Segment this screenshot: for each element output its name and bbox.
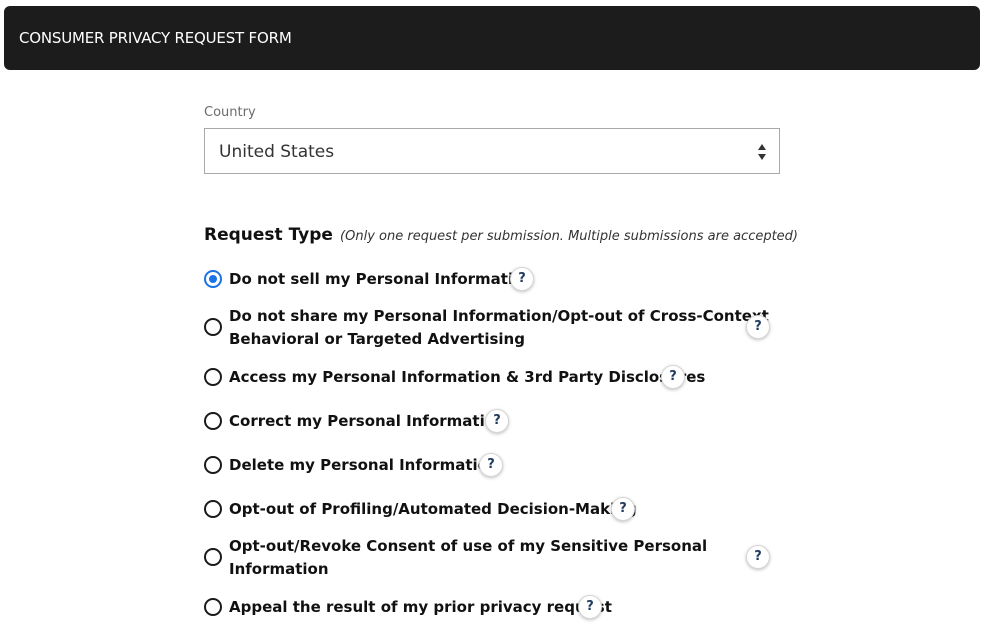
- radio-unselected-icon[interactable]: [204, 368, 222, 386]
- help-icon[interactable]: ?: [510, 267, 534, 291]
- form-header: CONSUMER PRIVACY REQUEST FORM: [4, 6, 980, 70]
- request-type-heading: Request Type (Only one request per submi…: [204, 225, 798, 245]
- option-label: Do not sell my Personal Information: [229, 270, 535, 288]
- help-icon[interactable]: ?: [479, 453, 503, 477]
- option-label-line2: Information: [229, 560, 329, 578]
- radio-unselected-icon[interactable]: [204, 548, 222, 566]
- help-icon[interactable]: ?: [485, 409, 509, 433]
- option-do-not-share[interactable]: Do not share my Personal Information/Opt…: [204, 305, 784, 351]
- help-icon[interactable]: ?: [578, 595, 602, 619]
- help-icon[interactable]: ?: [611, 497, 635, 521]
- country-selected-value: United States: [219, 142, 335, 162]
- option-opt-out-profiling[interactable]: Opt-out of Profiling/Automated Decision-…: [204, 497, 784, 522]
- help-icon[interactable]: ?: [661, 365, 685, 389]
- option-access[interactable]: Access my Personal Information & 3rd Par…: [204, 365, 784, 390]
- radio-unselected-icon[interactable]: [204, 318, 222, 336]
- option-correct[interactable]: Correct my Personal Information ?: [204, 409, 784, 434]
- request-type-title: Request Type: [204, 225, 333, 245]
- option-label: Delete my Personal Information: [229, 456, 499, 474]
- option-label-line1: Opt-out/Revoke Consent of use of my Sens…: [229, 537, 708, 555]
- option-appeal[interactable]: Appeal the result of my prior privacy re…: [204, 595, 784, 620]
- request-type-note: (Only one request per submission. Multip…: [340, 229, 799, 244]
- country-select[interactable]: United States: [204, 128, 780, 174]
- radio-unselected-icon[interactable]: [204, 598, 222, 616]
- form-title: CONSUMER PRIVACY REQUEST FORM: [19, 29, 292, 47]
- option-delete[interactable]: Delete my Personal Information ?: [204, 453, 784, 478]
- select-arrows-icon: [758, 144, 766, 160]
- option-revoke-consent[interactable]: Opt-out/Revoke Consent of use of my Sens…: [204, 535, 784, 581]
- radio-unselected-icon[interactable]: [204, 456, 222, 474]
- option-label: Correct my Personal Information: [229, 412, 506, 430]
- country-label: Country: [204, 105, 256, 120]
- radio-selected-icon[interactable]: [204, 270, 222, 288]
- option-label-line1: Do not share my Personal Information/Opt…: [229, 307, 769, 325]
- help-icon[interactable]: ?: [746, 315, 770, 339]
- help-icon[interactable]: ?: [746, 545, 770, 569]
- radio-unselected-icon[interactable]: [204, 412, 222, 430]
- option-label: Access my Personal Information & 3rd Par…: [229, 368, 706, 386]
- option-label-line2: Behavioral or Targeted Advertising: [229, 330, 525, 348]
- option-do-not-sell[interactable]: Do not sell my Personal Information ?: [204, 267, 784, 292]
- option-label: Appeal the result of my prior privacy re…: [229, 598, 612, 616]
- option-label: Opt-out of Profiling/Automated Decision-…: [229, 500, 637, 518]
- radio-unselected-icon[interactable]: [204, 500, 222, 518]
